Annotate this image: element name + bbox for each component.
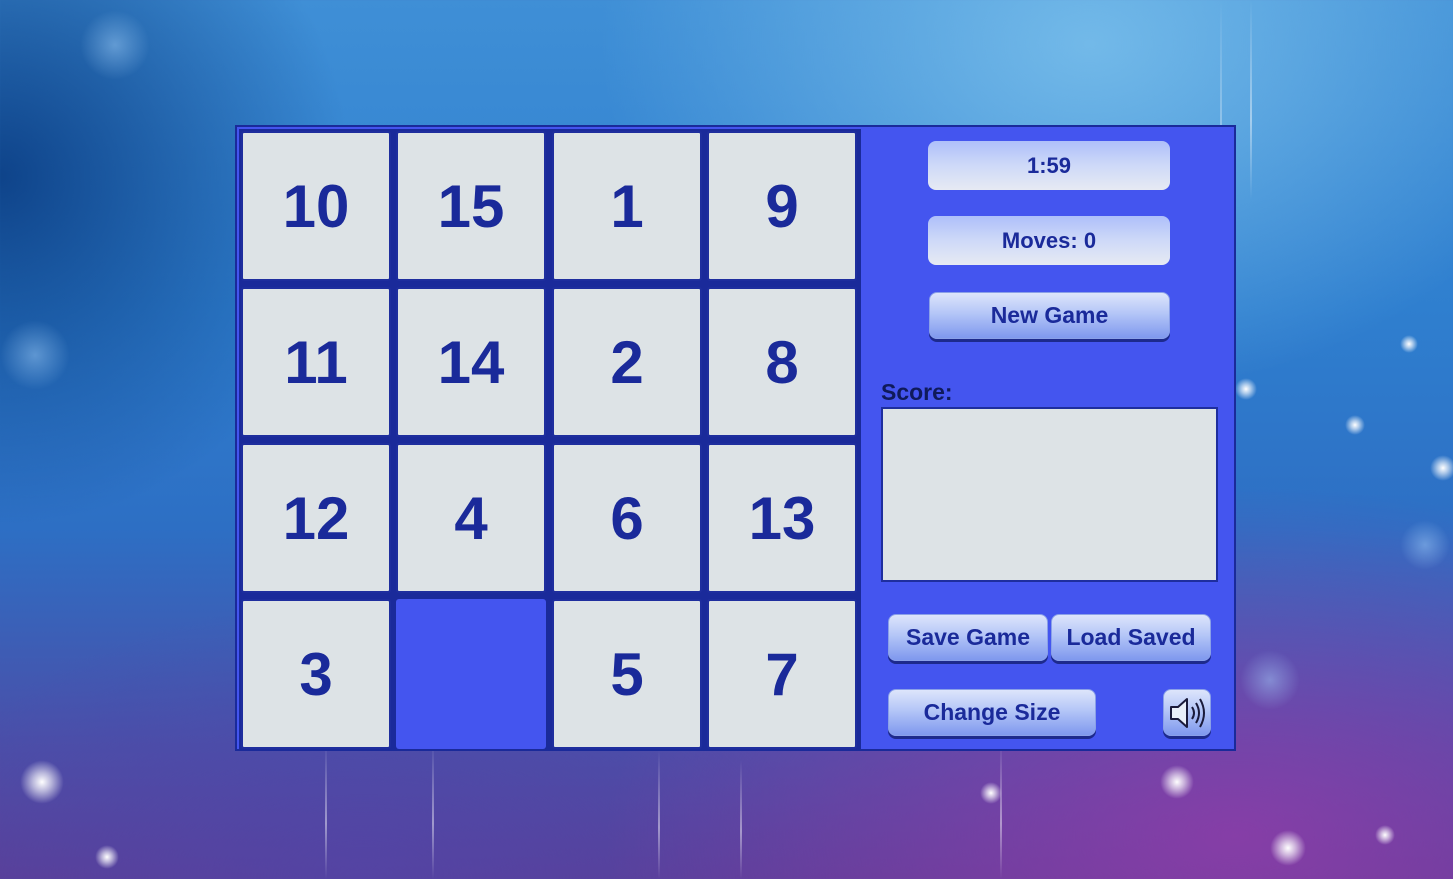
bokeh (1400, 520, 1450, 570)
change-size-button[interactable]: Change Size (888, 689, 1096, 736)
tile[interactable]: 8 (707, 287, 857, 437)
light-streak (740, 760, 742, 879)
sparkle (1375, 825, 1395, 845)
tile[interactable]: 6 (552, 443, 702, 593)
bokeh (80, 10, 150, 80)
score-label: Score: (881, 379, 953, 405)
sparkle (980, 782, 1002, 804)
puzzle-board: 10 15 1 9 11 14 2 8 12 4 6 13 3 5 7 (239, 129, 861, 749)
light-streak (432, 740, 434, 879)
tile[interactable]: 7 (707, 599, 857, 749)
sparkle (1400, 335, 1418, 353)
score-box (881, 407, 1218, 582)
tile[interactable]: 13 (707, 443, 857, 593)
sparkle (1235, 378, 1257, 400)
tile[interactable]: 5 (552, 599, 702, 749)
sparkle (1160, 765, 1194, 799)
new-game-button[interactable]: New Game (929, 292, 1170, 339)
tile[interactable]: 2 (552, 287, 702, 437)
light-streak (325, 740, 327, 879)
sparkle (1345, 415, 1365, 435)
speaker-icon (1170, 697, 1205, 728)
load-saved-button[interactable]: Load Saved (1051, 614, 1211, 661)
game-window: 10 15 1 9 11 14 2 8 12 4 6 13 3 5 7 1:59… (235, 125, 1236, 751)
tile[interactable]: 11 (241, 287, 391, 437)
empty-slot (396, 599, 546, 749)
light-streak (1000, 740, 1002, 879)
light-streak (658, 750, 660, 879)
save-game-button[interactable]: Save Game (888, 614, 1048, 661)
sparkle (1270, 830, 1306, 866)
sparkle (1430, 455, 1453, 481)
tile[interactable]: 3 (241, 599, 391, 749)
sparkle (20, 760, 64, 804)
tile[interactable]: 14 (396, 287, 546, 437)
sound-toggle-button[interactable] (1163, 689, 1211, 736)
moves-counter: Moves: 0 (928, 216, 1170, 265)
bokeh (1240, 650, 1300, 710)
light-streak (1250, 0, 1252, 200)
bokeh (0, 320, 70, 390)
tile[interactable]: 10 (241, 131, 391, 281)
tile[interactable]: 15 (396, 131, 546, 281)
tile[interactable]: 9 (707, 131, 857, 281)
tile[interactable]: 4 (396, 443, 546, 593)
tile[interactable]: 1 (552, 131, 702, 281)
tile[interactable]: 12 (241, 443, 391, 593)
sparkle (95, 845, 119, 869)
timer-display: 1:59 (928, 141, 1170, 190)
